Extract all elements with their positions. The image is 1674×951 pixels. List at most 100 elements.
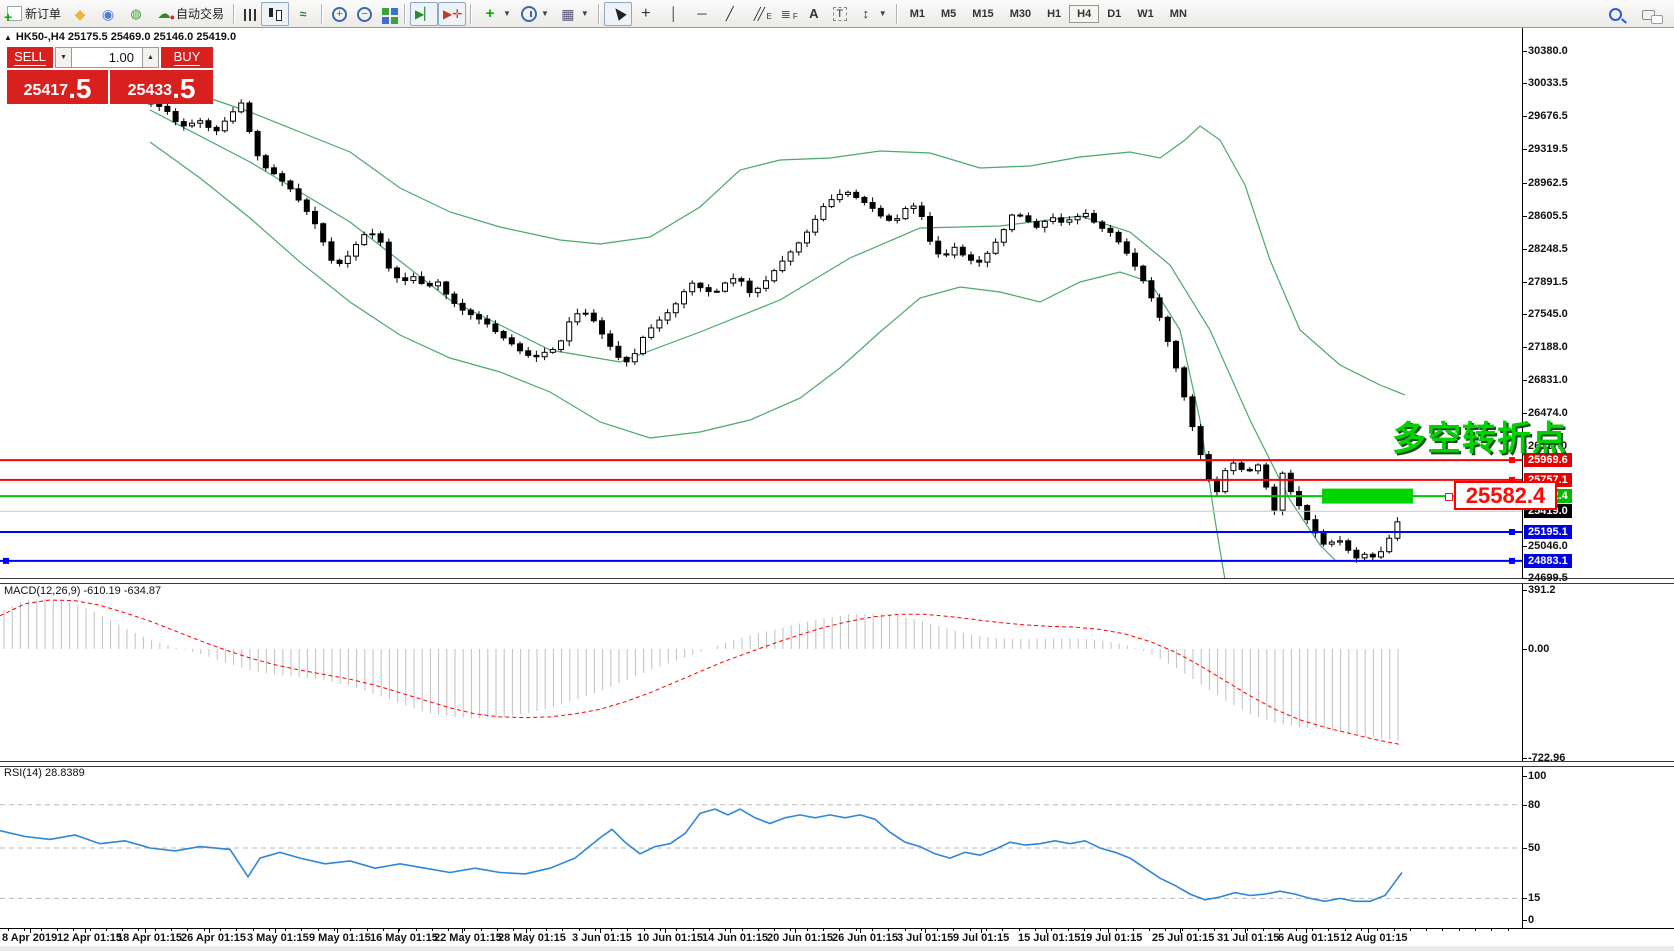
- candle-body: [1182, 368, 1187, 397]
- candle-body: [526, 351, 531, 356]
- buy-button[interactable]: BUY: [161, 47, 213, 68]
- time-axis-minor-tick: [269, 928, 270, 931]
- price-axis-label: 30033.5: [1528, 77, 1568, 89]
- time-axis-tick: [981, 928, 982, 933]
- price-level-badge[interactable]: 24883.1: [1524, 554, 1572, 568]
- cursor-button[interactable]: [604, 2, 632, 26]
- sell-price-main: 25417: [24, 80, 69, 102]
- time-axis-tick: [1368, 928, 1369, 933]
- time-axis-minor-tick: [448, 928, 449, 931]
- timeframe-button-h1[interactable]: H1: [1039, 5, 1069, 23]
- time-axis-minor-tick: [1459, 928, 1460, 931]
- turning-point-annotation[interactable]: 多空转折点: [1392, 411, 1567, 460]
- candle-body: [534, 355, 539, 356]
- tile-windows-button[interactable]: [377, 2, 400, 26]
- signals-icon: ◍: [127, 6, 145, 22]
- main-pane[interactable]: [149, 78, 1406, 580]
- fibonacci-button[interactable]: ≣: [772, 2, 800, 26]
- level-handle[interactable]: [1509, 529, 1515, 535]
- favorites-button[interactable]: ◆: [66, 2, 94, 26]
- time-axis-minor-tick: [1263, 928, 1264, 931]
- candle-body: [436, 282, 441, 286]
- toolbar-separator: [404, 4, 406, 24]
- new-order-label: 新订单: [25, 5, 61, 22]
- publisher-button[interactable]: ◉: [94, 2, 122, 26]
- signals-button[interactable]: ◍: [122, 2, 150, 26]
- price-level-badge[interactable]: 25195.1: [1524, 525, 1572, 539]
- green-highlight-rect[interactable]: [1322, 489, 1413, 504]
- volume-decrease-button[interactable]: ▼: [55, 47, 72, 68]
- line-chart-button[interactable]: ≈: [289, 2, 317, 26]
- sell-button[interactable]: SELL: [7, 47, 53, 68]
- level-handle[interactable]: [1509, 558, 1515, 564]
- timeframe-button-d1[interactable]: D1: [1099, 5, 1129, 23]
- chart-plot[interactable]: [0, 0, 1674, 951]
- periods-button[interactable]: ▼: [516, 2, 554, 26]
- tile-windows-icon: [382, 8, 389, 15]
- toolbar-separator: [321, 4, 323, 24]
- level-handle[interactable]: [3, 558, 9, 564]
- macd-pane[interactable]: [0, 599, 1402, 744]
- macd-pane-separator[interactable]: [0, 578, 1674, 584]
- macd-axis-tick: [1522, 758, 1527, 759]
- rsi-pane-separator[interactable]: [0, 761, 1674, 767]
- timeframe-button-m30[interactable]: M30: [1002, 5, 1039, 23]
- sell-price[interactable]: 25417 .5: [7, 70, 108, 104]
- crosshair-button[interactable]: +: [632, 2, 660, 26]
- timeframe-button-mn[interactable]: MN: [1162, 5, 1195, 23]
- price-level-callout[interactable]: 25582.4: [1454, 481, 1557, 510]
- candlestick-button[interactable]: [261, 2, 289, 26]
- dropdown-arrow-icon: ▼: [581, 9, 589, 18]
- time-axis-tick: [337, 928, 338, 933]
- channel-button[interactable]: ╱╱: [744, 2, 772, 26]
- rsi-axis-tick: [1522, 898, 1527, 899]
- trendline-button[interactable]: ╱: [716, 2, 744, 26]
- vertical-line-button[interactable]: │: [660, 2, 688, 26]
- search-button[interactable]: [1604, 2, 1627, 26]
- new-order-button[interactable]: 新订单: [2, 2, 66, 26]
- arrows-button[interactable]: ↕▼: [852, 2, 892, 26]
- candle-body: [550, 349, 555, 352]
- text-label-button[interactable]: T: [828, 2, 852, 26]
- rsi-pane[interactable]: [0, 805, 1522, 902]
- time-axis-minor-tick: [888, 928, 889, 931]
- candle-body: [772, 271, 777, 281]
- callout-anchor-handle[interactable]: [1445, 493, 1453, 501]
- candle-body: [1018, 215, 1023, 216]
- candle-body: [165, 106, 170, 111]
- time-axis-minor-tick: [1100, 928, 1101, 931]
- time-axis-tick: [860, 928, 861, 933]
- macd-signal-line: [0, 600, 1402, 745]
- candle-body: [657, 320, 662, 328]
- auto-scroll-button[interactable]: ▶▏: [410, 2, 438, 26]
- templates-button[interactable]: ▦▼: [554, 2, 594, 26]
- candle-body: [936, 241, 941, 254]
- timeframe-button-m15[interactable]: M15: [964, 5, 1001, 23]
- chat-button[interactable]: [1637, 2, 1660, 26]
- volume-value[interactable]: 1.00: [72, 47, 142, 68]
- chart-shift-button[interactable]: ▶✛: [438, 2, 466, 26]
- time-axis-minor-tick: [8, 928, 9, 931]
- price-axis-tick: [1522, 183, 1527, 184]
- candle-body: [542, 352, 547, 356]
- buy-price[interactable]: 25433 .5: [110, 70, 213, 104]
- time-axis-minor-tick: [1198, 928, 1199, 931]
- timeframe-button-h4[interactable]: H4: [1069, 5, 1099, 23]
- bar-chart-button[interactable]: [239, 2, 261, 26]
- auto-trading-button[interactable]: ☁ 自动交易: [150, 2, 229, 26]
- timeframe-button-w1[interactable]: W1: [1129, 5, 1162, 23]
- candle-body: [1141, 266, 1146, 281]
- zoom-in-button[interactable]: +: [327, 2, 352, 26]
- toolbar-group-zoom: + −: [327, 1, 400, 27]
- timeframe-button-m5[interactable]: M5: [933, 5, 964, 23]
- horizontal-line-button[interactable]: ─: [688, 2, 716, 26]
- indicators-button[interactable]: +▼: [476, 2, 516, 26]
- candle-body: [222, 121, 227, 131]
- text-button[interactable]: A: [800, 2, 828, 26]
- timeframe-button-m1[interactable]: M1: [902, 5, 933, 23]
- candle-body: [1059, 218, 1064, 222]
- panel-collapse-icon[interactable]: ▲: [4, 33, 12, 42]
- volume-increase-button[interactable]: ▲: [142, 47, 159, 68]
- zoom-out-button[interactable]: −: [352, 2, 377, 26]
- toolbar-separator: [233, 4, 235, 24]
